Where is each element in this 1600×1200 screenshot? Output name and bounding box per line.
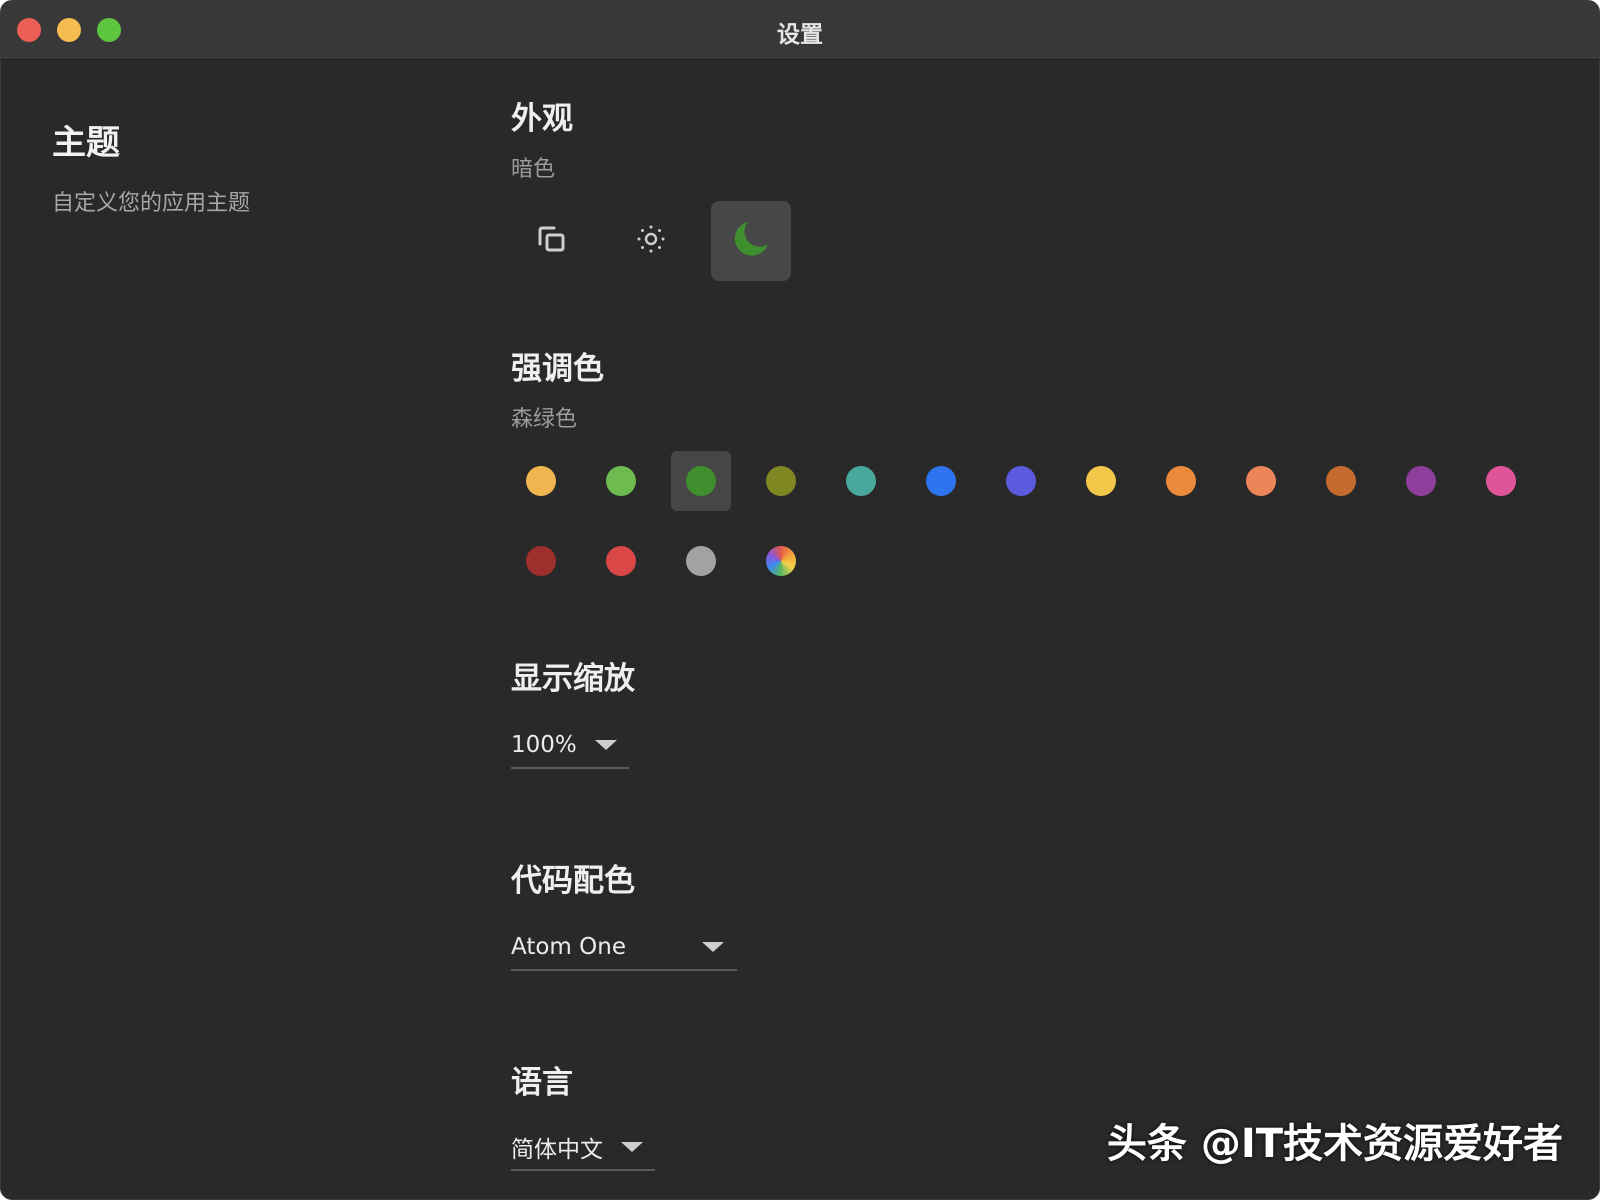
chevron-down-icon [702, 942, 724, 952]
accent-swatch[interactable] [831, 451, 891, 511]
accent-swatch[interactable] [1471, 451, 1531, 511]
title-bar: 设置 [1, 1, 1599, 60]
zoom-value: 100% [511, 732, 577, 758]
color-dot [1086, 466, 1116, 496]
accent-swatch[interactable] [1071, 451, 1131, 511]
sidebar-description: 自定义您的应用主题 [52, 191, 251, 216]
accent-swatch[interactable] [751, 531, 811, 591]
accent-swatch[interactable] [591, 531, 651, 591]
system-mode-icon [534, 222, 568, 260]
language-title: 语言 [511, 1065, 573, 1101]
accent-swatch[interactable] [511, 451, 571, 511]
mode-system-button[interactable] [511, 201, 591, 281]
accent-swatch[interactable] [1151, 451, 1211, 511]
color-dot [526, 546, 556, 576]
color-dot [606, 466, 636, 496]
appearance-current: 暗色 [511, 157, 556, 182]
accent-swatch[interactable] [1391, 451, 1451, 511]
language-value: 简体中文 [511, 1137, 603, 1163]
color-dot [846, 466, 876, 496]
color-dot [926, 466, 956, 496]
settings-window: 设置 主题 自定义您的应用主题 外观 暗色 强调色 森绿色 显示缩放 100% … [0, 0, 1600, 1200]
chevron-down-icon [595, 740, 617, 750]
color-dot [606, 546, 636, 576]
accent-title: 强调色 [511, 351, 604, 387]
color-dot [686, 466, 716, 496]
mode-dark-button[interactable] [711, 201, 791, 281]
color-dot [1166, 466, 1196, 496]
accent-swatch[interactable] [751, 451, 811, 511]
color-dot [766, 466, 796, 496]
sun-icon [634, 222, 668, 260]
sidebar-title: 主题 [52, 123, 120, 163]
accent-swatch[interactable] [1311, 451, 1371, 511]
color-dot [526, 466, 556, 496]
color-dot [1486, 466, 1516, 496]
moon-icon [729, 217, 773, 265]
accent-current: 森绿色 [511, 407, 578, 432]
custom-color-icon [766, 546, 796, 576]
watermark: 头条 @IT技术资源爱好者 [1106, 1121, 1563, 1167]
accent-swatch[interactable] [671, 531, 731, 591]
accent-swatch[interactable] [991, 451, 1051, 511]
accent-swatch[interactable] [1231, 451, 1291, 511]
chevron-down-icon [621, 1142, 643, 1152]
code-theme-value: Atom One [511, 934, 626, 960]
color-dot [1406, 466, 1436, 496]
zoom-select[interactable]: 100% [511, 723, 629, 769]
code-theme-title: 代码配色 [511, 863, 635, 899]
mode-light-button[interactable] [611, 201, 691, 281]
accent-swatch[interactable] [591, 451, 651, 511]
color-dot [1006, 466, 1036, 496]
code-theme-select[interactable]: Atom One [511, 925, 737, 971]
zoom-title: 显示缩放 [511, 661, 635, 697]
accent-swatch[interactable] [511, 531, 571, 591]
window-title: 设置 [777, 22, 823, 48]
accent-swatch[interactable] [671, 451, 731, 511]
language-select[interactable]: 简体中文 [511, 1125, 655, 1171]
color-dot [686, 546, 716, 576]
appearance-title: 外观 [511, 101, 573, 137]
color-dot [1326, 466, 1356, 496]
color-dot [1246, 466, 1276, 496]
accent-swatch[interactable] [911, 451, 971, 511]
